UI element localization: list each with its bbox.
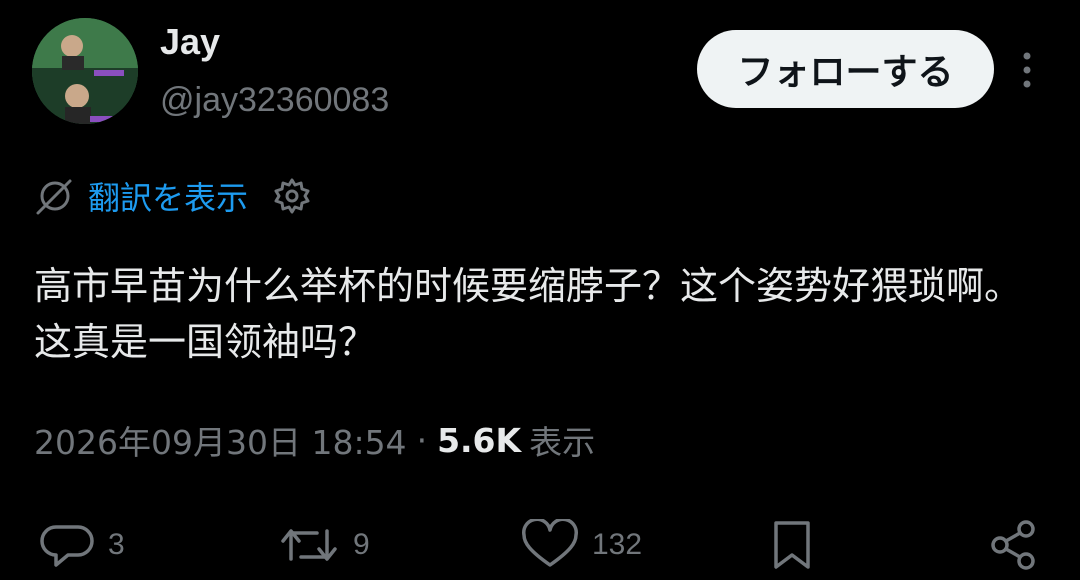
action-bar: 3 9 132 bbox=[0, 510, 1080, 580]
more-vertical-icon[interactable] bbox=[1012, 48, 1042, 92]
meta-separator: · bbox=[416, 420, 428, 460]
show-translation-link[interactable]: 翻訳を表示 bbox=[88, 173, 248, 219]
profile-photo-icon bbox=[32, 18, 138, 124]
retweet-button[interactable]: 9 bbox=[277, 510, 370, 580]
avatar[interactable] bbox=[32, 18, 138, 124]
follow-button[interactable]: フォローする bbox=[697, 30, 994, 108]
views-count: 5.6K bbox=[437, 420, 522, 460]
reply-count: 3 bbox=[108, 528, 125, 561]
gear-icon[interactable] bbox=[248, 176, 312, 216]
tweet-meta: 2026年09月30日 18:54 · 5.6K 表示 bbox=[34, 414, 595, 466]
retweet-icon bbox=[277, 519, 341, 571]
bookmark-icon bbox=[768, 517, 816, 573]
tweet-text: 高市早苗为什么举杯的时候要缩脖子？这个姿势好猥琐啊。这真是一国领袖吗？ bbox=[34, 264, 1023, 364]
like-button[interactable]: 132 bbox=[520, 510, 642, 580]
translation-row: 翻訳を表示 bbox=[34, 170, 312, 222]
display-name[interactable]: Jay bbox=[160, 20, 220, 64]
bookmark-button[interactable] bbox=[768, 510, 816, 580]
reply-button[interactable]: 3 bbox=[40, 510, 125, 580]
user-handle[interactable]: @jay32360083 bbox=[160, 78, 389, 122]
reply-icon bbox=[40, 519, 96, 571]
heart-icon bbox=[520, 519, 580, 571]
share-icon bbox=[986, 517, 1042, 573]
retweet-count: 9 bbox=[353, 528, 370, 561]
globe-slash-icon bbox=[34, 175, 76, 217]
tweet-timestamp[interactable]: 2026年09月30日 18:54 bbox=[34, 416, 407, 464]
views-label: 表示 bbox=[529, 423, 596, 462]
share-button[interactable] bbox=[986, 510, 1042, 580]
like-count: 132 bbox=[592, 528, 643, 561]
